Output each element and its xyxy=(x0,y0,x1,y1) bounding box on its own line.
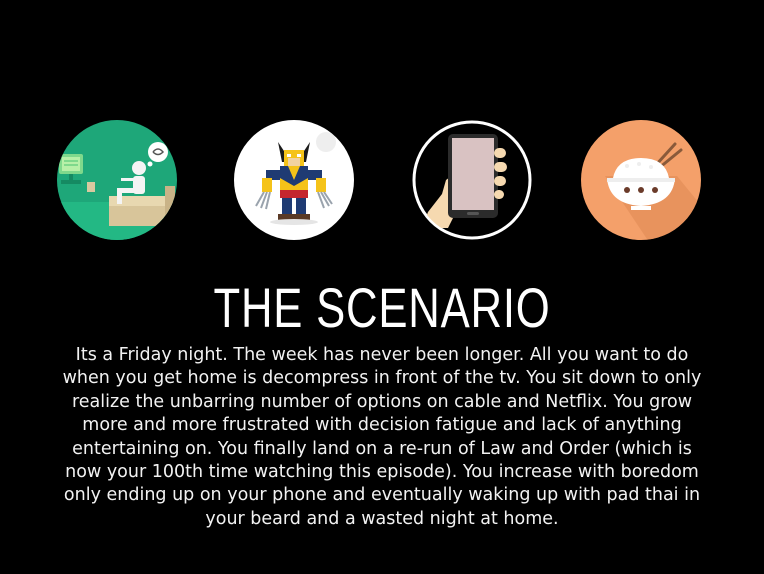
rice-bowl-icon xyxy=(581,120,701,240)
scenario-paragraph: Its a Friday night. The week has never b… xyxy=(62,345,702,529)
slide-title: THE SCENARIO xyxy=(213,276,551,339)
phone-icon xyxy=(412,120,532,240)
icon-row xyxy=(0,0,764,260)
tv-couch-icon xyxy=(57,120,177,240)
wolverine-icon xyxy=(234,120,354,240)
